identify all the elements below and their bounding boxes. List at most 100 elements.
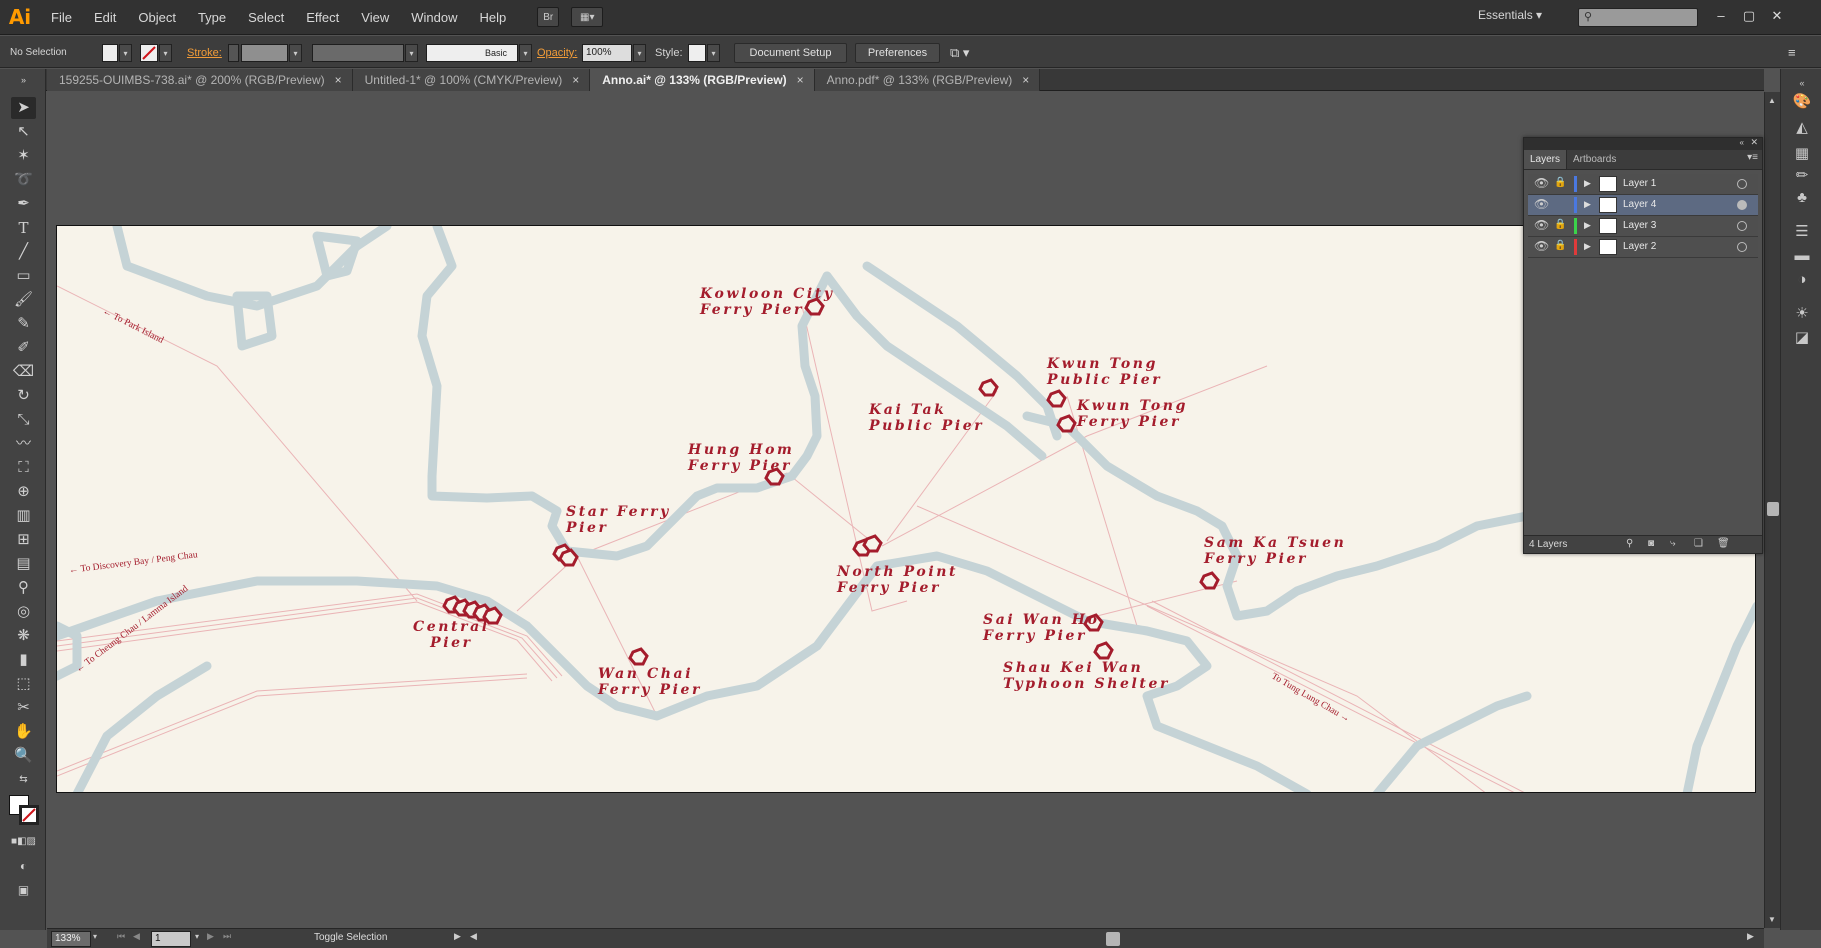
pencil-tool-icon[interactable]: ✎: [11, 313, 36, 335]
layer-row-layer-4[interactable]: 👁 ▶ Layer 4: [1528, 195, 1758, 216]
column-graph-tool-icon[interactable]: ▮: [11, 649, 36, 671]
expand-triangle-icon[interactable]: ▶: [1584, 199, 1591, 210]
artboard-dropdown-icon[interactable]: ▾: [195, 932, 199, 941]
type-tool-icon[interactable]: T: [11, 217, 36, 239]
menu-window[interactable]: Window: [400, 0, 468, 35]
scroll-up-icon[interactable]: ▲: [1768, 96, 1776, 105]
line-tool-icon[interactable]: ╱: [11, 241, 36, 263]
menu-type[interactable]: Type: [187, 0, 237, 35]
close-window-button[interactable]: ✕: [1766, 5, 1788, 27]
rotate-tool-icon[interactable]: ↻: [11, 385, 36, 407]
menu-object[interactable]: Object: [127, 0, 187, 35]
eye-icon[interactable]: 👁: [1534, 197, 1549, 211]
stroke-weight-dropdown[interactable]: ▾: [289, 44, 302, 62]
selection-tool-icon[interactable]: ➤: [11, 97, 36, 119]
variable-width-profile[interactable]: [312, 44, 404, 62]
paintbrush-tool-icon[interactable]: 🖌: [11, 289, 36, 311]
zoom-field[interactable]: 133%: [51, 931, 91, 947]
stroke-label[interactable]: Stroke:: [187, 47, 222, 59]
tab-untitled-1[interactable]: Untitled-1* @ 100% (CMYK/Preview) ×: [352, 69, 591, 91]
brush-definition[interactable]: Basic: [426, 44, 518, 62]
rectangle-tool-icon[interactable]: ▭: [11, 265, 36, 287]
target-icon[interactable]: [1737, 221, 1747, 231]
lasso-tool-icon[interactable]: ➰: [11, 169, 36, 191]
status-menu-icon[interactable]: ▶: [454, 931, 461, 942]
opacity-field[interactable]: 100%: [582, 44, 632, 62]
gradient-tool-icon[interactable]: ▤: [11, 553, 36, 575]
vertical-scroll-thumb[interactable]: [1767, 502, 1779, 516]
lock-icon[interactable]: 🔒: [1554, 240, 1566, 251]
graphic-style-swatch[interactable]: [688, 44, 706, 62]
menu-select[interactable]: Select: [237, 0, 295, 35]
eye-icon[interactable]: 👁: [1534, 239, 1549, 253]
shape-builder-tool-icon[interactable]: ⊕: [11, 481, 36, 503]
target-icon[interactable]: [1737, 179, 1747, 189]
close-icon[interactable]: ×: [1022, 69, 1029, 91]
close-icon[interactable]: ×: [572, 69, 579, 91]
symbols-icon[interactable]: ♣: [1791, 187, 1813, 209]
menu-effect[interactable]: Effect: [295, 0, 350, 35]
mesh-tool-icon[interactable]: ⊞: [11, 529, 36, 551]
close-icon[interactable]: ×: [797, 69, 804, 91]
expand-triangle-icon[interactable]: ▶: [1584, 241, 1591, 252]
zoom-tool-icon[interactable]: 🔍: [11, 745, 36, 767]
layers-panel-titlebar[interactable]: « ✕: [1524, 137, 1762, 150]
minimize-button[interactable]: –: [1710, 5, 1732, 27]
brush-dropdown[interactable]: ▾: [519, 44, 532, 62]
new-layer-icon[interactable]: ❏: [1694, 538, 1703, 549]
symbol-sprayer-tool-icon[interactable]: ❋: [11, 625, 36, 647]
warp-tool-icon[interactable]: 〰: [11, 433, 36, 455]
perspective-grid-tool-icon[interactable]: ▥: [11, 505, 36, 527]
scroll-right-icon[interactable]: ▶: [1747, 931, 1754, 942]
expand-triangle-icon[interactable]: ▶: [1584, 178, 1591, 189]
close-icon[interactable]: ✕: [1750, 137, 1758, 148]
layer-name[interactable]: Layer 1: [1623, 178, 1656, 189]
eye-icon[interactable]: 👁: [1534, 176, 1549, 190]
gradient-panel-icon[interactable]: ▬: [1791, 245, 1813, 267]
zoom-dropdown-icon[interactable]: ▾: [93, 932, 97, 941]
hand-tool-icon[interactable]: ✋: [11, 721, 36, 743]
fill-dropdown[interactable]: ▾: [119, 44, 132, 62]
close-icon[interactable]: ×: [335, 69, 342, 91]
transparency-panel-icon[interactable]: ◑: [1791, 269, 1813, 291]
color-mode-icons[interactable]: ■◧▨: [11, 831, 36, 853]
brushes-icon[interactable]: ✏: [1791, 165, 1813, 187]
workspace-switcher[interactable]: Essentials ▾: [1478, 8, 1542, 22]
variable-width-dropdown[interactable]: ▾: [405, 44, 418, 62]
eye-icon[interactable]: 👁: [1534, 218, 1549, 232]
blob-brush-tool-icon[interactable]: ✐: [11, 337, 36, 359]
target-icon[interactable]: [1737, 242, 1747, 252]
preferences-button[interactable]: Preferences: [855, 43, 940, 63]
canvas-area[interactable]: Kowloon City Ferry Pier Kwun Tong Public…: [47, 92, 1764, 928]
layer-row-layer-3[interactable]: 👁 🔒 ▶ Layer 3: [1528, 216, 1758, 237]
locate-object-icon[interactable]: ⚲: [1626, 538, 1633, 549]
vertical-scrollbar[interactable]: ▲ ▼: [1764, 92, 1780, 928]
stroke-color-swatch[interactable]: [19, 805, 39, 825]
create-sublayer-icon[interactable]: ⤷: [1670, 538, 1676, 549]
trash-icon[interactable]: 🗑: [1717, 538, 1730, 549]
scale-tool-icon[interactable]: ⤡: [11, 409, 36, 431]
tab-artboards[interactable]: Artboards: [1567, 150, 1622, 169]
tab-159255-ouimbs[interactable]: 159255-OUIMBS-738.ai* @ 200% (RGB/Previe…: [47, 69, 353, 91]
artboard[interactable]: Kowloon City Ferry Pier Kwun Tong Public…: [56, 225, 1756, 793]
collapse-icon[interactable]: »: [11, 75, 36, 85]
layer-name[interactable]: Layer 3: [1623, 220, 1656, 231]
expand-triangle-icon[interactable]: ▶: [1584, 220, 1591, 231]
stroke-weight-stepper[interactable]: [228, 44, 239, 62]
lock-icon[interactable]: 🔒: [1554, 219, 1566, 230]
maximize-button[interactable]: ▢: [1738, 5, 1760, 27]
help-search-input[interactable]: [1578, 8, 1698, 27]
slice-tool-icon[interactable]: ✂: [11, 697, 36, 719]
menu-edit[interactable]: Edit: [83, 0, 127, 35]
free-transform-tool-icon[interactable]: ⛶: [11, 457, 36, 479]
lock-icon[interactable]: 🔒: [1554, 177, 1566, 188]
menu-help[interactable]: Help: [468, 0, 517, 35]
pen-tool-icon[interactable]: ✒: [11, 193, 36, 215]
fill-swatch[interactable]: [102, 44, 118, 62]
draw-mode-icon[interactable]: ◐: [11, 855, 36, 877]
magic-wand-tool-icon[interactable]: ✶: [11, 145, 36, 167]
swatches-icon[interactable]: ▦: [1791, 143, 1813, 165]
menu-file[interactable]: File: [40, 0, 83, 35]
artboard-number-field[interactable]: 1: [151, 931, 191, 947]
opacity-label[interactable]: Opacity:: [537, 47, 577, 59]
